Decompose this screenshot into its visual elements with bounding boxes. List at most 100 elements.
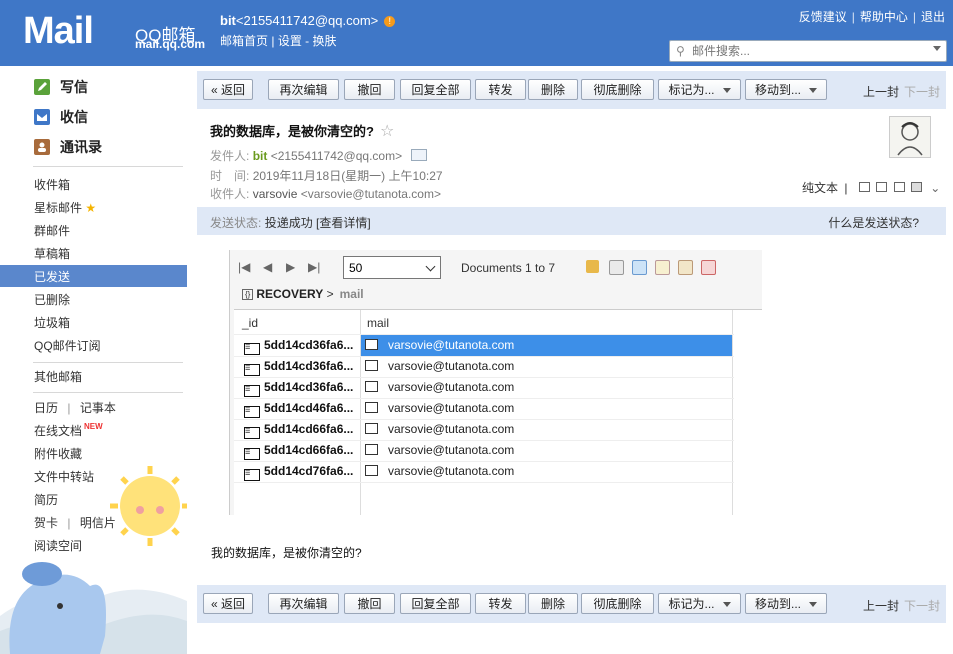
- send-status-bar: 发送状态: 投递成功 [查看详情] 什么是发送状态?: [197, 207, 946, 235]
- folder-deleted[interactable]: 已删除: [34, 291, 70, 308]
- mail-cell: varsovie@tutanota.com: [361, 335, 732, 356]
- recipient-name[interactable]: varsovie: [253, 187, 298, 201]
- sent-time: 2019年11月18日(星期一) 上午10:27: [252, 169, 443, 183]
- star-outline-icon[interactable]: ☆: [380, 123, 394, 140]
- column-header-id: _id: [242, 316, 259, 330]
- warning-icon[interactable]: !: [384, 16, 396, 27]
- feedback-link[interactable]: 反馈建议: [799, 10, 847, 24]
- add-document-icon: [609, 260, 624, 275]
- contacts-button[interactable]: 通讯录: [34, 137, 102, 157]
- folder-inbox[interactable]: 收件箱: [34, 176, 70, 193]
- chevron-down-icon: [722, 602, 731, 607]
- reedit-button[interactable]: 再次编辑: [268, 593, 339, 614]
- page-size-select: 50: [343, 256, 441, 279]
- other-mailboxes[interactable]: 其他邮箱: [34, 368, 82, 385]
- preview-icon[interactable]: [893, 182, 905, 192]
- chevron-down-icon: [809, 88, 817, 93]
- next-mail-link: 下一封: [904, 85, 941, 99]
- id-cell: ☰ 5dd14cd36fa6...: [244, 338, 353, 355]
- contact-card-icon[interactable]: [411, 149, 428, 161]
- home-link[interactable]: 邮箱首页: [220, 34, 268, 48]
- mark-as-button[interactable]: 标记为...: [658, 79, 741, 100]
- compose-button[interactable]: 写信: [34, 77, 88, 97]
- notepad-link[interactable]: 记事本: [80, 401, 116, 415]
- id-cell: ☰ 5dd14cd36fa6...: [244, 359, 353, 376]
- help-link[interactable]: 帮助中心: [860, 10, 908, 24]
- view-document-icon: [632, 260, 647, 275]
- embedded-screenshot: |◀ ◀ ▶ ▶| 50 Documents 1 to 7 {} RECOVERY…: [229, 250, 762, 515]
- delete-button[interactable]: 删除: [528, 593, 578, 614]
- logout-link[interactable]: 退出: [921, 10, 945, 24]
- settings-link[interactable]: 设置: [278, 34, 302, 48]
- sender-avatar[interactable]: [889, 116, 931, 158]
- back-button[interactable]: « 返回: [203, 593, 253, 614]
- send-status-value[interactable]: 投递成功 [查看详情]: [265, 216, 371, 230]
- delete-document-icon: [701, 260, 716, 275]
- forward-button[interactable]: 转发: [475, 593, 526, 614]
- copy-icon[interactable]: [876, 182, 888, 192]
- forward-button[interactable]: 转发: [475, 79, 526, 100]
- inbox-label: 收信: [60, 109, 88, 125]
- delete-forever-button[interactable]: 彻底删除: [581, 593, 654, 614]
- reply-all-button[interactable]: 回复全部: [400, 593, 471, 614]
- table-row: ☰ 5dd14cd76fa6... varsovie@tutanota.com: [234, 461, 734, 482]
- search-input[interactable]: [690, 42, 924, 60]
- inbox-icon: [34, 109, 50, 125]
- mark-as-button[interactable]: 标记为...: [658, 593, 741, 614]
- top-toolbar: « 返回 再次编辑 撤回 回复全部 转发 删除 彻底删除 标记为... 移动到.…: [197, 71, 946, 109]
- folder-drafts[interactable]: 草稿箱: [34, 245, 70, 262]
- skin-link[interactable]: 换肤: [313, 34, 337, 48]
- folder-starred[interactable]: 星标邮件 ★: [34, 199, 96, 216]
- sender-name[interactable]: bit: [253, 149, 268, 163]
- id-icon: ☰: [244, 469, 260, 481]
- id-icon: ☰: [244, 427, 260, 439]
- print-icon[interactable]: [910, 182, 922, 192]
- calendar-link[interactable]: 日历: [34, 401, 58, 415]
- next-page-icon: ▶: [286, 260, 296, 274]
- recall-button[interactable]: 撤回: [344, 79, 395, 100]
- id-cell: ☰ 5dd14cd66fa6...: [244, 443, 353, 460]
- last-page-icon: ▶|: [308, 260, 321, 274]
- string-field-icon: [365, 360, 378, 371]
- folder-spam[interactable]: 垃圾箱: [34, 314, 70, 331]
- string-field-icon: [365, 339, 378, 350]
- star-icon: ★: [85, 201, 97, 215]
- inbox-button[interactable]: 收信: [34, 107, 88, 127]
- move-to-button[interactable]: 移动到...: [745, 79, 827, 100]
- attachments-link[interactable]: 附件收藏: [34, 445, 82, 462]
- search-dropdown-icon[interactable]: [933, 46, 941, 51]
- top-header: Mail QQ邮箱 mail.qq.com bit<2155411742@qq.…: [0, 0, 953, 66]
- view-options: 纯文本 | ⌄: [802, 181, 941, 195]
- id-icon: ☰: [244, 406, 260, 418]
- reedit-button[interactable]: 再次编辑: [268, 79, 339, 100]
- status-help-link[interactable]: 什么是发送状态?: [828, 214, 919, 231]
- new-window-icon[interactable]: [858, 182, 870, 192]
- mascot-illustration: [0, 466, 187, 654]
- new-badge: NEW: [84, 422, 103, 431]
- delete-button[interactable]: 删除: [528, 79, 578, 100]
- recipient-address: <varsovie@tutanota.com>: [300, 187, 441, 201]
- move-to-button[interactable]: 移动到...: [745, 593, 827, 614]
- id-cell: ☰ 5dd14cd66fa6...: [244, 422, 353, 439]
- reading-space-link[interactable]: 阅读空间: [34, 537, 82, 554]
- string-field-icon: [365, 402, 378, 413]
- recall-button[interactable]: 撤回: [344, 593, 395, 614]
- folder-group[interactable]: 群邮件: [34, 222, 70, 239]
- bottom-toolbar: « 返回 再次编辑 撤回 回复全部 转发 删除 彻底删除 标记为... 移动到.…: [197, 585, 946, 623]
- folder-sent[interactable]: 已发送: [34, 268, 70, 285]
- reply-all-button[interactable]: 回复全部: [400, 79, 471, 100]
- folder-subscriptions[interactable]: QQ邮件订阅: [34, 337, 101, 354]
- table-row: ☰ 5dd14cd66fa6... varsovie@tutanota.com: [234, 440, 734, 461]
- edit-document-icon: [655, 260, 670, 275]
- prev-mail-link[interactable]: 上一封: [863, 83, 899, 100]
- online-docs-link[interactable]: 在线文档 NEW: [34, 422, 103, 439]
- logo-text: Mail: [23, 10, 94, 52]
- prev-mail-link[interactable]: 上一封: [863, 597, 899, 614]
- divider: [33, 392, 183, 393]
- expand-icon[interactable]: ⌄: [930, 181, 940, 195]
- sender-address: <2155411742@qq.com>: [270, 149, 403, 163]
- back-button[interactable]: « 返回: [203, 79, 253, 100]
- delete-forever-button[interactable]: 彻底删除: [581, 79, 654, 100]
- plain-text-link[interactable]: 纯文本: [802, 181, 838, 195]
- mail-search[interactable]: ⚲: [669, 40, 947, 62]
